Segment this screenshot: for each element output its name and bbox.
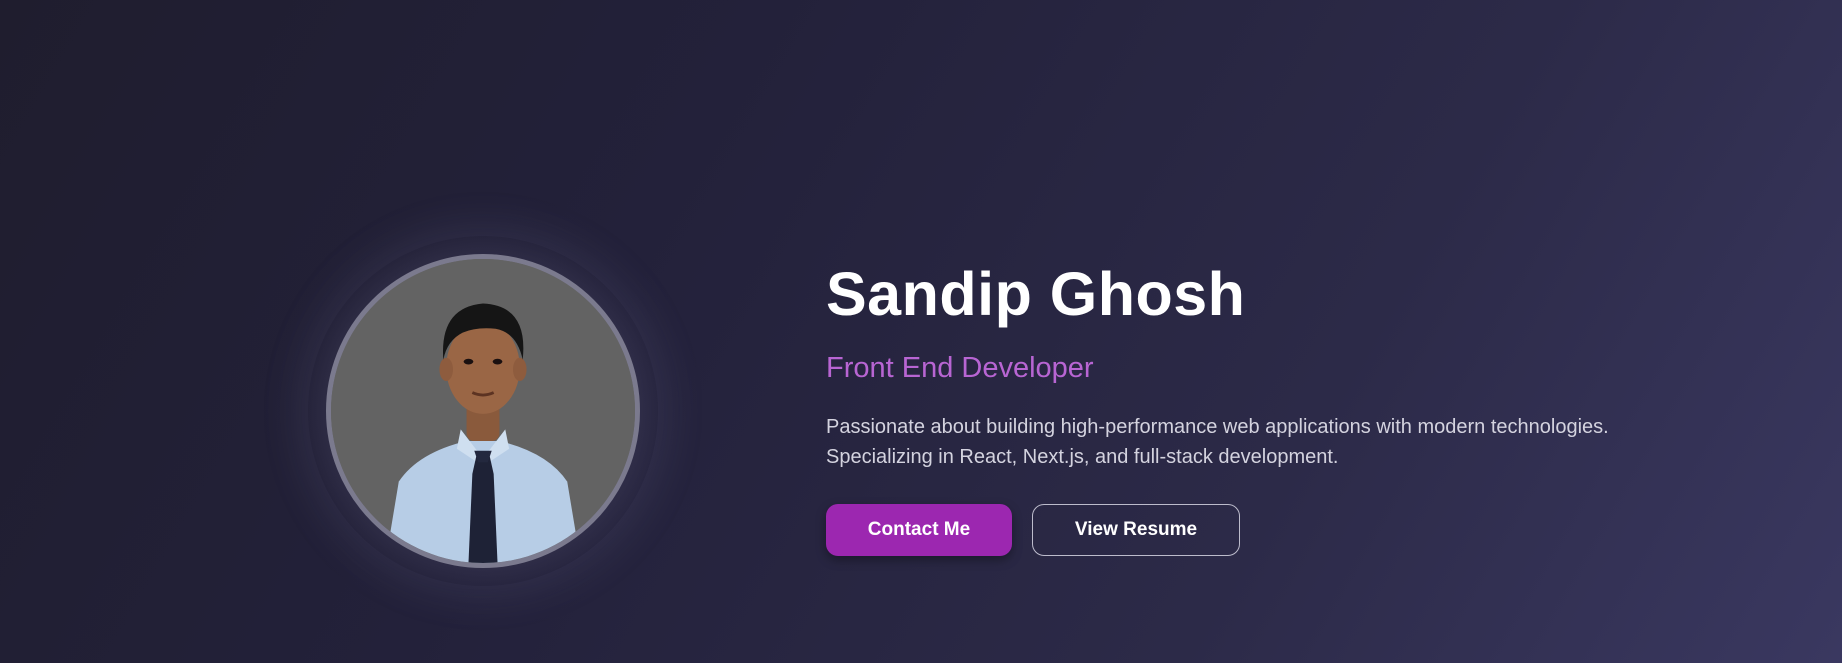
- profile-description: Passionate about building high-performan…: [826, 416, 1609, 468]
- hero-section: Sandip Ghosh Front End Developer Passion…: [0, 0, 1842, 663]
- profile-photo-illustration: [331, 259, 635, 563]
- contact-me-button[interactable]: Contact Me: [826, 504, 1012, 556]
- profile-avatar: [326, 254, 640, 568]
- hero-content: Sandip Ghosh Front End Developer Passion…: [826, 258, 1726, 556]
- avatar-glow: [308, 236, 658, 586]
- profile-role: Front End Developer: [826, 352, 1094, 384]
- profile-name: Sandip Ghosh: [826, 260, 1246, 328]
- hero-actions: Contact Me View Resume: [826, 504, 1726, 556]
- view-resume-button[interactable]: View Resume: [1032, 504, 1240, 556]
